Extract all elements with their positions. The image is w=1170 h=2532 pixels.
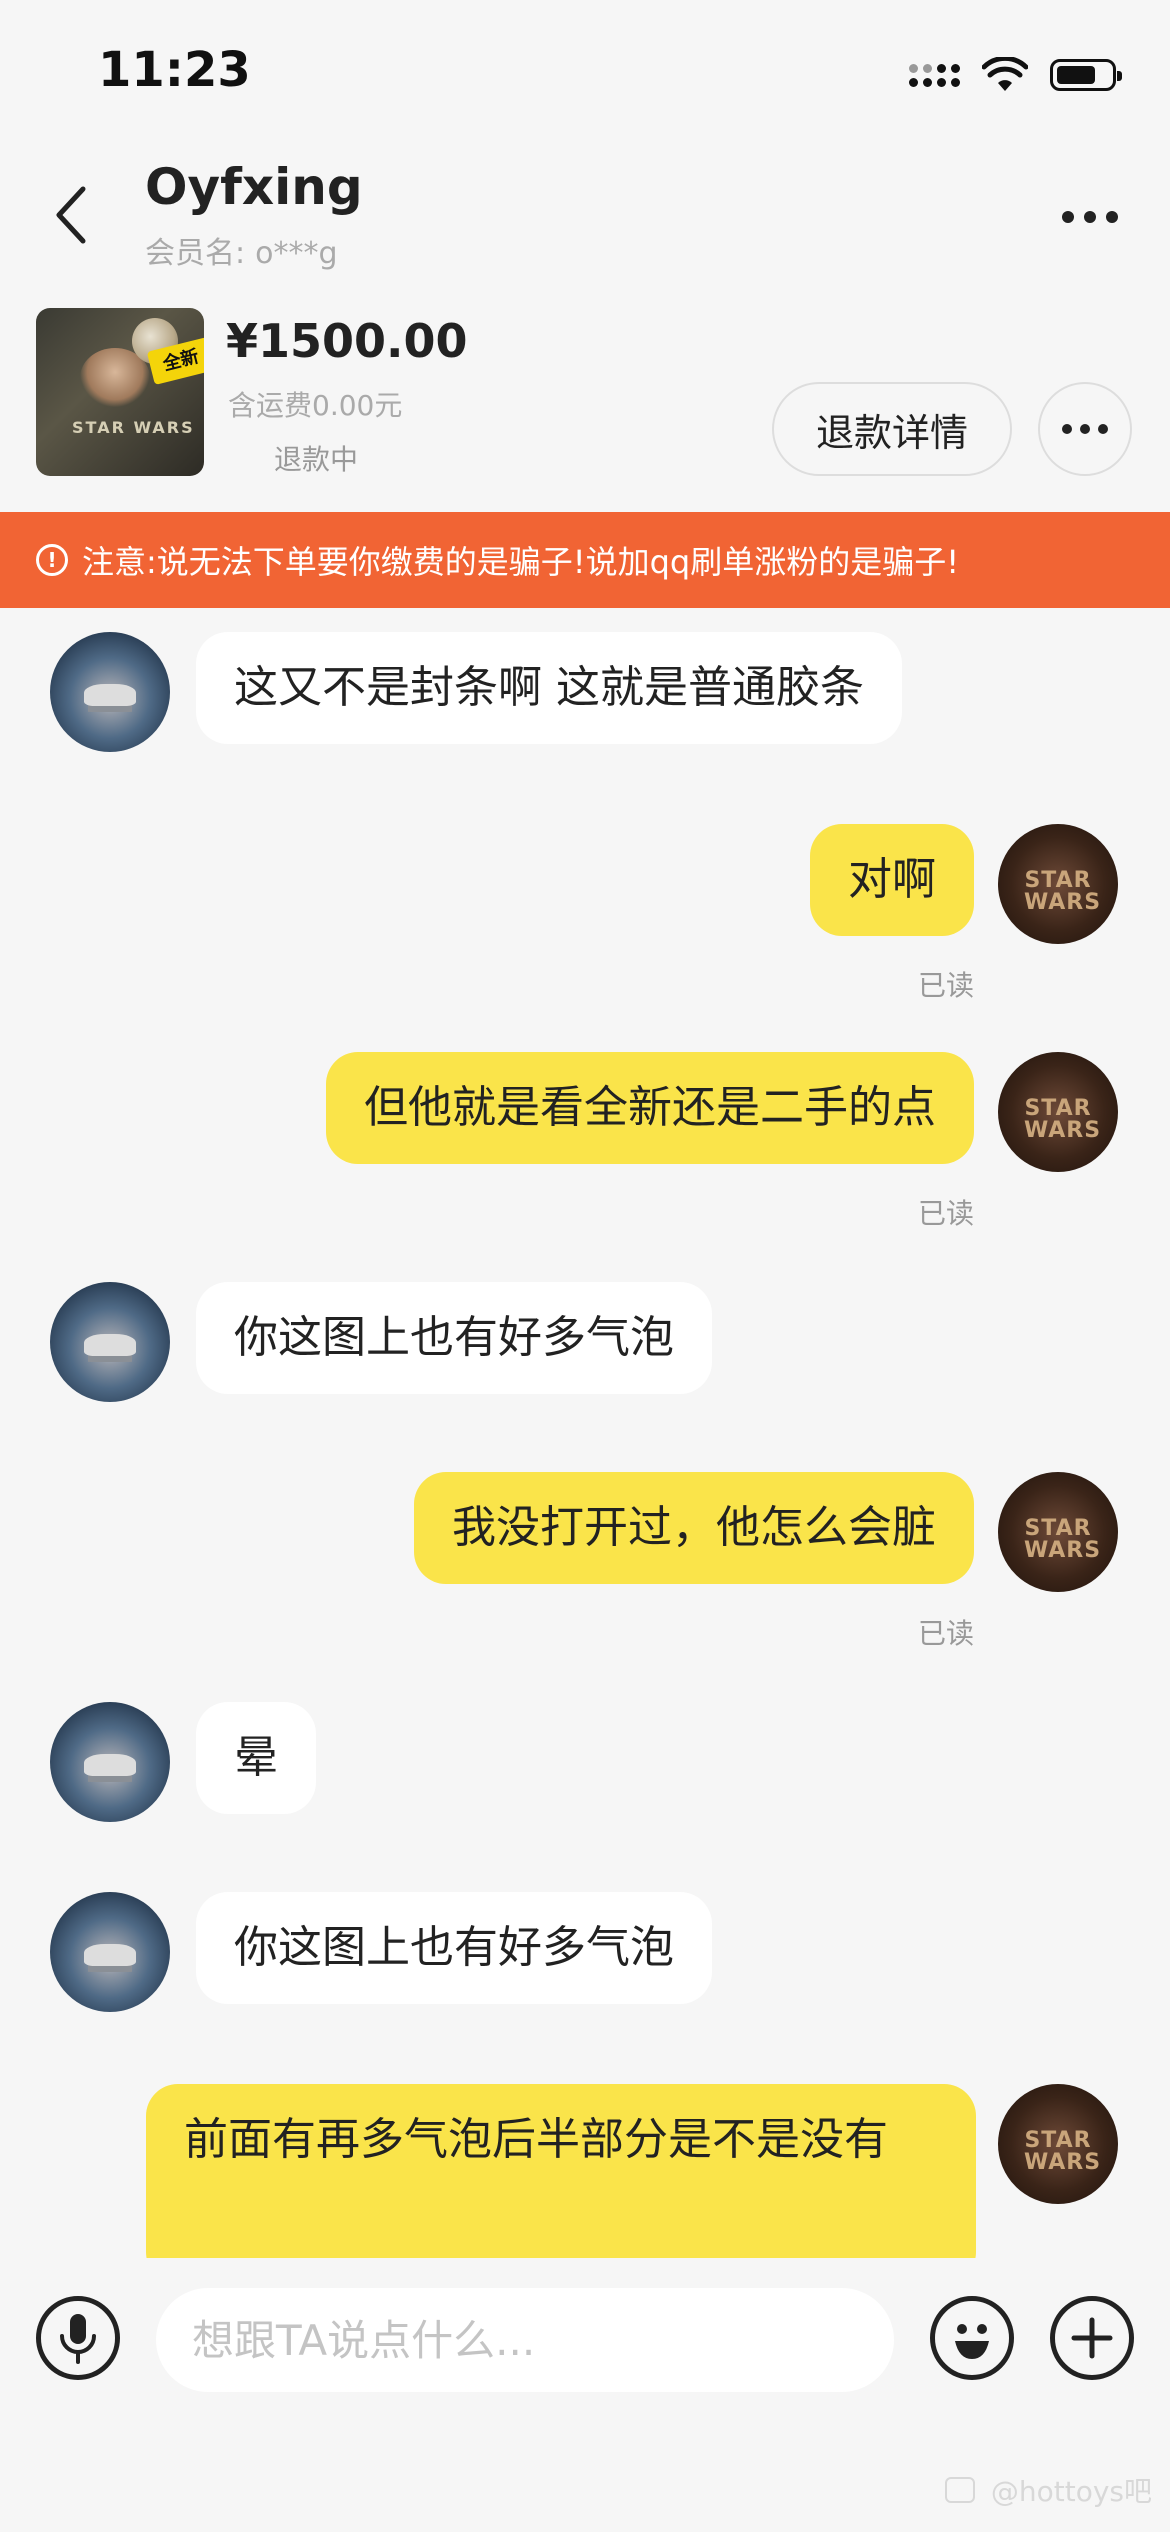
card-more-button[interactable] (1038, 382, 1132, 476)
chevron-left-icon (56, 186, 86, 244)
read-receipt: 已读 (917, 969, 974, 1002)
message-bubble-received[interactable]: 你这图上也有好多气泡 (196, 1892, 712, 2004)
read-receipt: 已读 (917, 1197, 974, 1230)
contact-avatar[interactable] (50, 1892, 170, 2012)
watermark: @hottoys吧 (944, 2470, 1152, 2510)
my-avatar[interactable]: STAR WARS (998, 2084, 1118, 2204)
member-name-value: o***g (255, 236, 338, 271)
avatar-logo: STAR WARS (1024, 2128, 1102, 2175)
product-price: ¥1500.00 (226, 314, 468, 368)
warning-text: 注意:说无法下单要你缴费的是骗子!说加qq刷单涨粉的是骗子! (82, 543, 960, 581)
member-name-label: 会员名: (145, 236, 246, 271)
status-bar: 11:23 (0, 0, 1170, 140)
avatar-logo: STAR WARS (1024, 1516, 1102, 1563)
message-bubble-sent[interactable]: 对啊 (810, 824, 974, 936)
plus-icon (1071, 2317, 1113, 2359)
message-list[interactable]: 这又不是封条啊 这就是普通胶条 STAR WARS 对啊 已读 STAR WAR… (0, 608, 1170, 2258)
voice-button[interactable] (36, 2296, 120, 2380)
signal-icon (909, 63, 960, 87)
message-bubble-sent[interactable]: 我没打开过，他怎么会脏 (414, 1472, 974, 1584)
contact-avatar[interactable] (50, 1702, 170, 1822)
message-input[interactable] (156, 2288, 894, 2392)
contact-avatar[interactable] (50, 632, 170, 752)
alert-icon: ! (36, 544, 68, 576)
message-bubble-received[interactable]: 这又不是封条啊 这就是普通胶条 (196, 632, 902, 744)
refund-details-button[interactable]: 退款详情 (772, 382, 1012, 476)
more-dot-icon (1062, 211, 1074, 223)
read-receipt: 已读 (917, 1617, 974, 1650)
contact-avatar[interactable] (50, 1282, 170, 1402)
contact-name: Oyfxing (145, 158, 363, 216)
chat-screen: 11:23 Oyfxing 会员名: o***g 全新 STAR WARS ¥1… (0, 0, 1170, 2532)
my-avatar[interactable]: STAR WARS (998, 1052, 1118, 1172)
wifi-icon (982, 57, 1028, 91)
smiley-icon (955, 2324, 989, 2359)
avatar-logo: STAR WARS (1024, 868, 1102, 915)
message-bubble-sent[interactable]: 但他就是看全新还是二手的点 (326, 1052, 974, 1164)
scam-warning-banner: ! 注意:说无法下单要你缴费的是骗子!说加qq刷单涨粉的是骗子! (0, 512, 1170, 608)
more-dot-icon (1062, 424, 1072, 434)
emoji-button[interactable] (930, 2296, 1014, 2380)
watermark-icon (944, 2477, 975, 2503)
more-dot-icon (1084, 211, 1096, 223)
status-icons (909, 52, 1122, 98)
header-more-button[interactable] (1050, 192, 1130, 242)
my-avatar[interactable]: STAR WARS (998, 824, 1118, 944)
back-button[interactable] (36, 170, 106, 260)
input-bar (0, 2258, 1170, 2418)
refund-status: 退款中 (274, 443, 359, 476)
my-avatar[interactable]: STAR WARS (998, 1472, 1118, 1592)
watermark-text: @hottoys吧 (990, 2475, 1152, 2508)
add-attachment-button[interactable] (1050, 2296, 1134, 2380)
message-bubble-received[interactable]: 你这图上也有好多气泡 (196, 1282, 712, 1394)
product-card: 全新 STAR WARS ¥1500.00 含运费0.00元 退款中 退款详情 (0, 290, 1170, 510)
more-dot-icon (1080, 424, 1090, 434)
message-bubble-sent[interactable]: 前面有再多气泡后半部分是不是没有 (146, 2084, 976, 2258)
avatar-logo: STAR WARS (1024, 1096, 1102, 1143)
more-dot-icon (1098, 424, 1108, 434)
chat-header: Oyfxing 会员名: o***g (0, 140, 1170, 290)
message-bubble-received[interactable]: 晕 (196, 1702, 316, 1814)
product-thumbnail[interactable]: 全新 STAR WARS (36, 308, 204, 476)
shipping-fee: 含运费0.00元 (228, 389, 403, 422)
battery-icon (1050, 59, 1122, 91)
member-name: 会员名: o***g (145, 228, 338, 272)
status-time: 11:23 (98, 42, 251, 98)
product-logo: STAR WARS (72, 418, 195, 437)
more-dot-icon (1106, 211, 1118, 223)
microphone-icon (60, 2314, 96, 2364)
